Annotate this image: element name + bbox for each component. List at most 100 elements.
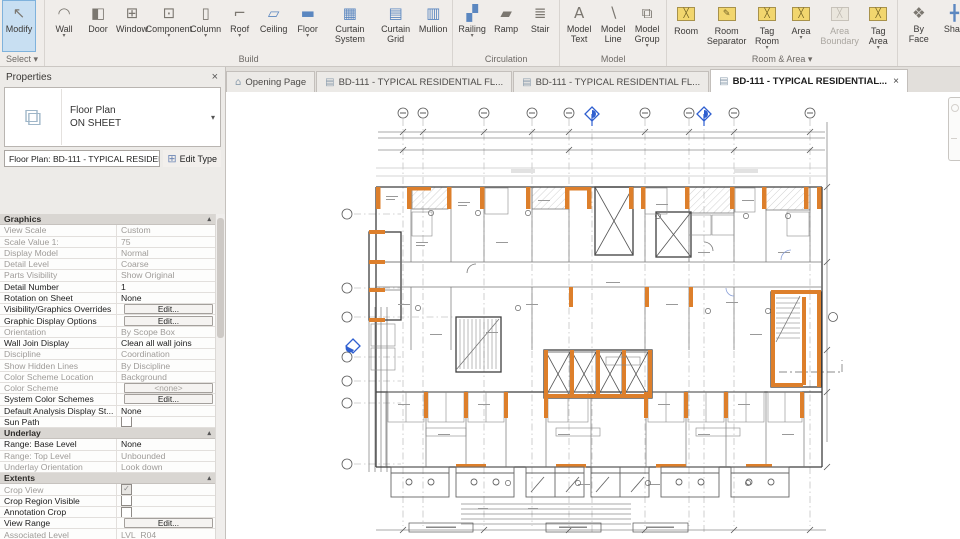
chevron-down-icon[interactable]: ▾ [167, 33, 170, 39]
scrollbar-thumb[interactable] [217, 218, 224, 338]
drawing-canvas[interactable] [226, 92, 960, 539]
property-value[interactable] [116, 495, 216, 506]
ribbon-group-build: ◠ Wall ▾ ◧ Door ⊞ Window ⊡ Component ▾ ▯ Column ▾ ⌐ Ro… [45, 0, 454, 66]
ribbon-column-button[interactable]: ▯ Column ▾ [189, 0, 223, 52]
property-value[interactable]: Coarse [116, 259, 216, 270]
checkbox[interactable] [121, 416, 132, 428]
property-value[interactable]: Edit... [116, 518, 216, 529]
property-value[interactable]: 1 [116, 281, 216, 292]
chevron-down-icon[interactable]: ▾ [238, 33, 241, 39]
ribbon-door-button[interactable]: ◧ Door [81, 0, 115, 52]
close-icon[interactable]: × [209, 71, 221, 83]
property-row-system-color-schemes: System Color Schemes Edit... [0, 394, 216, 406]
ribbon-model-group-button[interactable]: ⧉ Model Group ▾ [630, 0, 664, 52]
ribbon-floor-button[interactable]: ▬ Floor ▾ [291, 0, 325, 52]
property-value[interactable]: None [116, 439, 216, 450]
chevron-down-icon[interactable]: ▾ [800, 35, 803, 41]
ribbon-component-button[interactable]: ⊡ Component ▾ [146, 0, 193, 52]
ribbon-ramp-button[interactable]: ▰ Ramp [489, 0, 523, 52]
ribbon-shaft-button[interactable]: ╋ Shaft [937, 0, 960, 52]
property-value[interactable]: Show Original [116, 270, 216, 281]
chevron-down-icon[interactable]: ▾ [471, 33, 474, 39]
edit-type-button[interactable]: ⊞ Edit Type [163, 150, 221, 167]
chevron-down-icon[interactable]: ▾ [206, 88, 220, 146]
property-value[interactable]: Background [116, 371, 216, 382]
property-value[interactable]: Custom [116, 225, 216, 236]
ribbon-model-text-button[interactable]: A Model Text [562, 0, 596, 52]
property-value[interactable]: Edit... [116, 394, 216, 405]
property-section-graphics[interactable]: Graphics ▴ [0, 214, 216, 226]
property-system-color-schemes-button[interactable]: Edit... [124, 394, 213, 405]
ribbon-curtain-system-button[interactable]: ▦ Curtain System [325, 0, 375, 52]
chevron-down-icon[interactable]: ▾ [204, 33, 207, 39]
close-icon[interactable]: × [893, 76, 899, 87]
chevron-down-icon[interactable]: ▾ [877, 45, 880, 51]
checkbox[interactable]: ✓ [121, 484, 132, 495]
ribbon-window-button[interactable]: ⊞ Window [115, 0, 149, 52]
tab-label: BD-111 - TYPICAL RESIDENTIAL... [732, 75, 888, 87]
ribbon-group-label[interactable]: Room & Area ▾ [669, 53, 895, 66]
property-visibility-graphics-overrides-button[interactable]: Edit... [124, 304, 213, 315]
property-label: Graphics [4, 214, 42, 225]
property-value[interactable]: By Discipline [116, 360, 216, 371]
ribbon-roof-button[interactable]: ⌐ Roof ▾ [223, 0, 257, 52]
ribbon-tag-room-button[interactable]: ╳ Tag Room ▾ [750, 0, 784, 52]
ribbon-model-line-button[interactable]: ∖ Model Line [596, 0, 630, 52]
ribbon-ceiling-button[interactable]: ▱ Ceiling [257, 0, 291, 52]
ribbon-modify-button[interactable]: ↖ Modify [2, 0, 36, 52]
ribbon-group-label[interactable]: Select ▾ [2, 53, 42, 66]
checkbox[interactable] [121, 506, 132, 518]
property-value[interactable]: Edit... [116, 315, 216, 326]
property-value[interactable] [116, 506, 216, 518]
property-value[interactable]: Unbounded [116, 450, 216, 461]
view-tab-bd-111-typical-residenti[interactable]: ▤ BD-111 - TYPICAL RESIDENTIAL FL... [316, 71, 513, 92]
ribbon-wall-button[interactable]: ◠ Wall ▾ [47, 0, 81, 52]
property-value[interactable]: Clean all wall joins [116, 337, 216, 349]
ribbon-railing-button[interactable]: ▞ Railing ▾ [455, 0, 489, 52]
ribbon-area-button[interactable]: ╳ Area ▾ [784, 0, 818, 52]
property-value[interactable]: Coordination [116, 349, 216, 360]
view-tab-opening-page[interactable]: ⌂ Opening Page [226, 71, 316, 92]
view-tabs: ⌂ Opening Page ▤ BD-111 - TYPICAL RESIDENTI… [226, 67, 960, 92]
type-selector[interactable]: ⧉ Floor Plan ON SHEET ▾ [4, 87, 221, 147]
property-value[interactable]: <none> [116, 382, 216, 394]
property-value[interactable]: Normal [116, 247, 216, 259]
element-selector-combo[interactable]: Floor Plan: BD-111 - TYPICAL RESIDENTIAL… [4, 150, 161, 167]
property-value[interactable]: 75 [116, 236, 216, 247]
property-value[interactable]: None [116, 405, 216, 416]
navigation-bar[interactable] [948, 97, 960, 161]
tab-label: BD-111 - TYPICAL RESIDENTIAL FL... [535, 76, 701, 88]
ribbon-curtain-grid-button[interactable]: ▤ Curtain Grid [375, 0, 416, 52]
property-value[interactable]: By Scope Box [116, 326, 216, 337]
property-value[interactable]: Look down [116, 461, 216, 473]
property-section-underlay[interactable]: Underlay ▴ [0, 428, 216, 440]
view-tab-bd-111-typical-residenti[interactable]: ▤ BD-111 - TYPICAL RESIDENTIAL... × [710, 69, 908, 92]
properties-scrollbar[interactable] [215, 214, 225, 539]
property-row-rotation-on-sheet: Rotation on Sheet None [0, 292, 216, 305]
chevron-down-icon[interactable]: ▾ [766, 45, 769, 51]
chevron-down-icon[interactable]: ▾ [646, 43, 649, 49]
chevron-down-icon[interactable]: ▾ [63, 33, 66, 39]
property-label: Underlay Orientation [4, 461, 83, 472]
ribbon-stair-button[interactable]: ≣ Stair [523, 0, 557, 52]
view-tab-bd-111-typical-residenti[interactable]: ▤ BD-111 - TYPICAL RESIDENTIAL FL... [513, 71, 710, 92]
property-value[interactable]: LVL_R04 [116, 529, 216, 539]
property-value[interactable]: None [116, 292, 216, 304]
property-value[interactable]: ✓ [116, 484, 216, 495]
tag-room-icon: ╳ [758, 7, 777, 21]
ribbon-room-button[interactable]: ╳ Room [669, 0, 703, 52]
property-view-range-button[interactable]: Edit... [124, 518, 213, 529]
property-value[interactable]: Edit... [116, 304, 216, 315]
property-row-range-top-level: Range: Top Level Unbounded [0, 450, 216, 462]
checkbox[interactable] [121, 495, 132, 506]
ribbon-tag-area-button[interactable]: ╳ Tag Area ▾ [861, 0, 895, 52]
ribbon-by-face-button[interactable]: ❖ By Face [900, 0, 937, 52]
property-color-scheme-button[interactable]: <none> [124, 383, 213, 394]
floor-plan-drawing[interactable] [226, 92, 960, 539]
property-value[interactable] [116, 416, 216, 428]
ribbon-room-separator-button[interactable]: ✎ Room Separator [703, 0, 750, 52]
chevron-down-icon[interactable]: ▾ [306, 33, 309, 39]
ribbon-mullion-button[interactable]: ▥ Mullion [416, 0, 450, 52]
property-graphic-display-options-button[interactable]: Edit... [124, 315, 213, 326]
property-section-extents[interactable]: Extents ▴ [0, 473, 216, 485]
